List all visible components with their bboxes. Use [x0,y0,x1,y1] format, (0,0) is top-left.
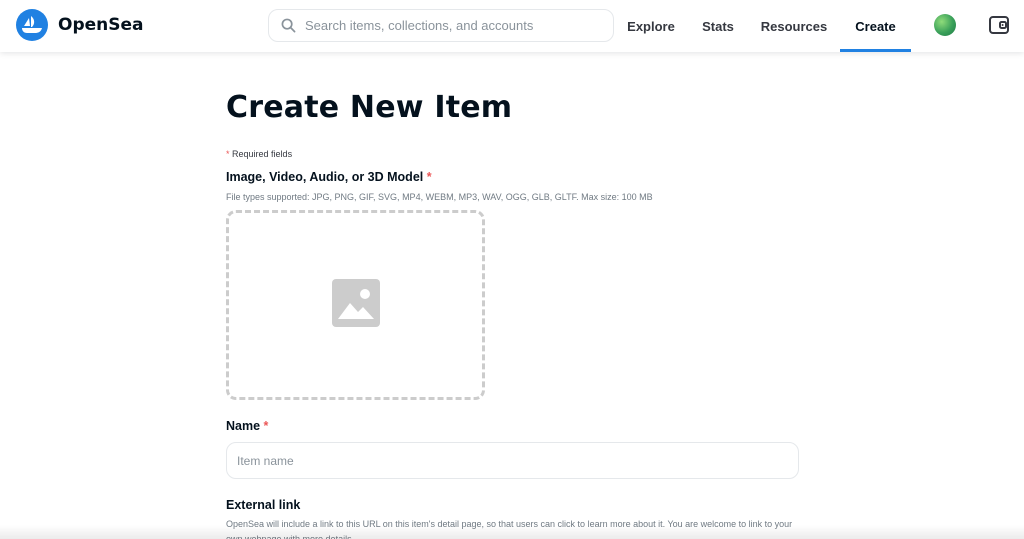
image-placeholder-icon [331,278,380,332]
external-link-label: External link [226,498,301,512]
search-icon [279,17,297,35]
profile-avatar[interactable] [934,14,956,36]
top-nav-bar: OpenSea Explore Stats Resources Create [0,0,1024,52]
brand-name: OpenSea [58,15,144,35]
nav-create[interactable]: Create [840,0,911,52]
nav-resources[interactable]: Resources [756,0,832,52]
media-label-text: Image, Video, Audio, or 3D Model [226,170,424,184]
wallet-icon[interactable] [987,13,1011,37]
media-file-types-note: File types supported: JPG, PNG, GIF, SVG… [226,192,653,202]
opensea-logo-link[interactable]: OpenSea [16,9,144,41]
nav-explore[interactable]: Explore [622,0,680,52]
media-field-label: Image, Video, Audio, or 3D Model * [226,170,432,184]
opensea-logo-icon [16,9,48,41]
item-name-input[interactable] [226,442,799,479]
search-input[interactable] [305,18,605,33]
media-upload-dropzone[interactable] [226,210,485,400]
required-asterisk: * [226,149,230,159]
bottom-shadow [0,525,1024,539]
search-bar[interactable] [268,9,614,42]
required-fields-note: * Required fields [226,149,292,159]
page-title: Create New Item [226,90,513,125]
required-fields-text: Required fields [232,149,293,159]
required-asterisk: * [263,419,269,433]
name-field-label: Name * [226,419,268,433]
name-label-text: Name [226,419,261,433]
required-asterisk: * [426,170,432,184]
nav-stats[interactable]: Stats [698,0,738,52]
